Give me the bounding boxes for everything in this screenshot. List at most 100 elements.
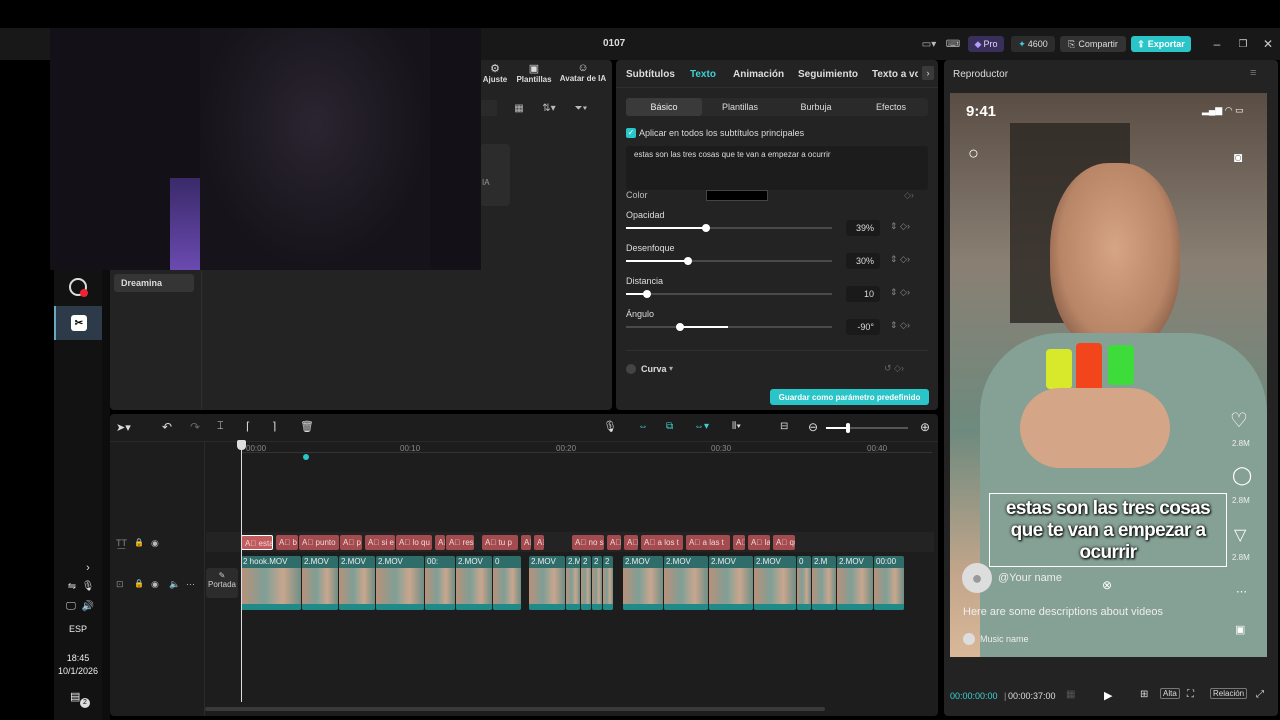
chevron-right-icon[interactable]: › — [922, 66, 934, 80]
restore-icon[interactable]: ❐ — [1236, 36, 1250, 52]
split-icon[interactable]: ⌶ — [217, 420, 224, 433]
video-clip[interactable]: 2.MOV — [376, 556, 424, 610]
video-clip[interactable]: 00:00 — [874, 556, 904, 610]
text-clip[interactable]: A⃞ p — [340, 535, 362, 550]
stepper-icon[interactable]: ⇕ ◇› — [890, 320, 910, 331]
lock-icon[interactable]: 🔒 — [134, 538, 144, 547]
tab-texto-a-voz[interactable]: Texto a vo — [872, 69, 918, 80]
split-view-icon[interactable]: ⫴▾ — [732, 421, 741, 432]
clock-date[interactable]: 10/1/2026 — [54, 666, 102, 676]
close-icon[interactable]: ✕ — [1261, 36, 1275, 52]
credits-badge[interactable]: ✦ 4600 — [1011, 36, 1055, 52]
apply-all-checkbox[interactable]: ✓ — [626, 128, 636, 138]
video-clip[interactable]: 2.MOV — [529, 556, 565, 610]
notification-icon[interactable]: ▤ 2 — [70, 690, 90, 708]
marker-dot[interactable] — [303, 454, 309, 460]
language-indicator[interactable]: ESP — [54, 624, 102, 634]
share-button[interactable]: ⎘ Compartir — [1060, 36, 1126, 52]
video-clip[interactable]: 2.MOV — [664, 556, 708, 610]
stepper-icon[interactable]: ⇕ ◇› — [890, 287, 910, 298]
fullscreen-icon[interactable]: ⛶ — [1187, 689, 1194, 700]
volume-icon[interactable]: 🔊 — [81, 600, 95, 612]
tab-subtitulos[interactable]: Subtítulos — [626, 69, 675, 80]
video-clip[interactable]: 2 — [603, 556, 613, 610]
distance-slider[interactable] — [626, 288, 832, 300]
chevron-right-icon[interactable]: › — [82, 562, 94, 574]
undo-icon[interactable]: ↶ — [162, 420, 172, 434]
subtab-basico[interactable]: Básico — [626, 98, 702, 116]
clock-time[interactable]: 18:45 — [54, 653, 102, 663]
timeline-scrollbar[interactable] — [205, 707, 825, 711]
video-clip[interactable]: 2.MOV — [339, 556, 375, 610]
chevron-down-icon[interactable]: ▾ — [669, 364, 673, 373]
reset-icon[interactable]: ↺ ◇› — [884, 363, 904, 374]
zoom-out-icon[interactable]: ⊖ — [808, 420, 818, 434]
delete-icon[interactable]: 🗑 — [300, 420, 314, 433]
video-clip[interactable]: 0 — [493, 556, 521, 610]
stepper-icon[interactable]: ⇕ ◇› — [890, 254, 910, 265]
caption-selection-box[interactable]: estas son las tres cosas que te van a em… — [989, 493, 1227, 567]
magnet-icon[interactable]: ⇔ — [638, 421, 648, 432]
curve-toggle[interactable] — [626, 364, 636, 374]
text-clip[interactable]: A⃞ tu p — [482, 535, 518, 550]
eye-icon[interactable]: ◉ — [151, 538, 159, 549]
zoom-slider[interactable] — [826, 423, 908, 433]
eye-icon[interactable]: ◉ — [151, 579, 159, 590]
video-clip[interactable]: 2.M — [566, 556, 580, 610]
subtab-efectos[interactable]: Efectos — [854, 98, 928, 116]
text-clip[interactable]: A⃞ A — [521, 535, 531, 550]
text-clip[interactable]: A⃞ b — [276, 535, 298, 550]
pro-badge[interactable]: ◆ Pro — [968, 36, 1004, 52]
cover-button[interactable]: ✎ Portada — [206, 568, 238, 598]
video-clip[interactable]: 2.MOV — [837, 556, 873, 610]
video-clip[interactable]: 2 — [592, 556, 602, 610]
redo-icon[interactable]: ↷ — [190, 420, 200, 434]
video-clip[interactable]: 2 hook.MOV — [241, 556, 301, 610]
fit-icon[interactable]: ⊞ — [1140, 689, 1148, 700]
quality-button[interactable]: Alta — [1160, 688, 1180, 699]
video-clip[interactable]: 2 — [581, 556, 591, 610]
keyframe-icon[interactable]: ◇› — [904, 190, 914, 201]
keyboard-icon[interactable]: ⌨ — [946, 37, 960, 51]
ratio-button[interactable]: Relación — [1210, 688, 1248, 699]
text-clip[interactable]: A⃞ A — [624, 535, 638, 550]
trim-right-icon[interactable]: ⌉ — [272, 420, 276, 433]
video-clip[interactable]: 2.MOV — [302, 556, 338, 610]
ia-card[interactable]: IA — [480, 144, 510, 206]
ai-avatar-tool[interactable]: ☺ Avatar de IA — [558, 62, 608, 90]
play-icon[interactable]: ▶ — [1104, 689, 1112, 702]
trim-left-icon[interactable]: ⌈ — [246, 420, 250, 433]
mic-icon[interactable]: 🎙 — [603, 420, 617, 433]
preview-axis-icon[interactable]: ⇔▾ — [694, 421, 709, 432]
blur-slider[interactable] — [626, 255, 832, 267]
video-clip[interactable]: 2.MOV — [754, 556, 796, 610]
tab-texto[interactable]: Texto — [690, 69, 716, 80]
tab-seguimiento[interactable]: Seguimiento — [798, 69, 858, 80]
text-clip[interactable]: A⃞ res — [446, 535, 474, 550]
export-button[interactable]: ⇪ Exportar — [1131, 36, 1191, 52]
video-clip[interactable]: 00: — [425, 556, 455, 610]
more-icon[interactable]: ⋯ — [186, 579, 195, 590]
tab-animacion[interactable]: Animación — [733, 69, 784, 80]
select-tool-icon[interactable]: ➤▾ — [116, 421, 131, 434]
subtab-plantillas[interactable]: Plantillas — [702, 98, 778, 116]
rotate-handle-icon[interactable]: ⊗ — [1102, 578, 1112, 592]
text-clip[interactable]: A⃞ a los t — [641, 535, 683, 550]
playhead-handle[interactable] — [237, 440, 246, 450]
video-clip[interactable]: 2.MOV — [623, 556, 663, 610]
text-clip[interactable]: A⃞ A — [534, 535, 544, 550]
lock-icon[interactable]: 🔒 — [134, 579, 144, 588]
angle-slider[interactable] — [626, 321, 832, 333]
text-clip[interactable]: A⃞ estas — [241, 535, 273, 550]
curve-label[interactable]: Curva — [641, 364, 667, 374]
text-clip[interactable]: A⃞ qu — [773, 535, 795, 550]
zoom-in-icon[interactable]: ⊕ — [920, 420, 930, 434]
text-clip[interactable]: A⃞ a las t — [686, 535, 730, 550]
layout-icon[interactable]: ▭▾ — [916, 37, 942, 51]
text-clip[interactable]: A⃞ lo qu — [396, 535, 432, 550]
menu-icon[interactable]: ≡ — [1250, 67, 1256, 79]
minimize-icon[interactable]: – — [1210, 36, 1224, 52]
playhead[interactable] — [241, 440, 242, 702]
video-clip[interactable]: 2.MOV — [456, 556, 492, 610]
text-clip[interactable]: A⃞ A — [607, 535, 621, 550]
